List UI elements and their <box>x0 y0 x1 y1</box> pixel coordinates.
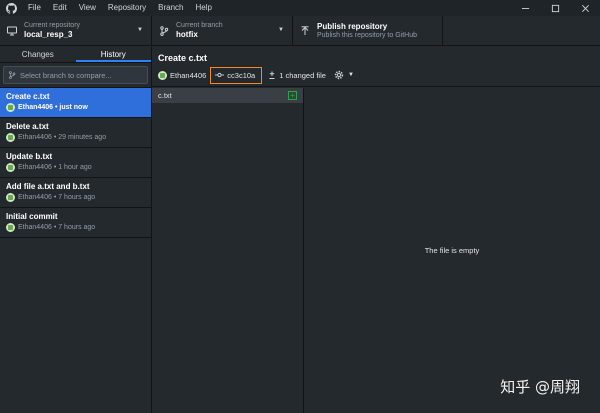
file-name: c.txt <box>158 91 172 100</box>
commit-detail-author: Ethan4406 <box>170 70 207 80</box>
commit-time: 1 hour ago <box>58 164 92 171</box>
commit-time: just now <box>59 104 88 111</box>
menu-help[interactable]: Help <box>190 0 218 16</box>
commit-item[interactable]: Initial commit Ethan4406 • 7 hours ago <box>0 208 151 238</box>
menu-file[interactable]: File <box>22 0 47 16</box>
commit-author: Ethan4406 <box>18 134 52 141</box>
commit-sha[interactable]: cc3c10a <box>210 66 263 84</box>
menu-branch[interactable]: Branch <box>152 0 189 16</box>
avatar <box>6 133 15 142</box>
commit-title: Create c.txt <box>6 92 50 101</box>
file-added-icon: + <box>288 91 297 100</box>
branch-name: hotfix <box>176 30 198 39</box>
publish-subtitle: Publish this repository to GitHub <box>317 32 417 39</box>
avatar <box>6 163 15 172</box>
sidebar-tabs: Changes History <box>0 47 151 63</box>
gear-icon[interactable] <box>334 70 344 80</box>
commit-time: 29 minutes ago <box>58 134 107 141</box>
tab-changes[interactable]: Changes <box>0 47 76 62</box>
diff-empty-message: The file is empty <box>424 246 480 255</box>
maximize-icon[interactable] <box>540 0 570 16</box>
commit-icon <box>215 71 225 79</box>
avatar <box>6 103 15 112</box>
sidebar: Changes History Select branch to compare… <box>0 47 152 413</box>
chevron-down-icon[interactable]: ▼ <box>348 72 354 78</box>
commit-title: Delete a.txt <box>6 122 49 131</box>
commit-list: Create c.txt Ethan4406 • just now Delete… <box>0 87 151 238</box>
commit-author: Ethan4406 <box>18 104 54 111</box>
current-branch-button[interactable]: Current branch hotfix ▼ <box>152 16 293 46</box>
menu-edit[interactable]: Edit <box>47 0 73 16</box>
commit-summary: Create c.txt Ethan4406 cc3c10a 1 changed… <box>152 47 600 87</box>
watermark: 知乎 @周翔 <box>500 378 580 396</box>
current-repository-button[interactable]: Current repository local_resp_3 ▼ <box>0 16 152 46</box>
branch-icon <box>158 26 170 36</box>
commit-detail: Create c.txt Ethan4406 cc3c10a 1 changed… <box>152 47 600 413</box>
compare-placeholder: Select branch to compare... <box>20 70 112 80</box>
commit-author: Ethan4406 <box>18 224 52 231</box>
window-controls <box>510 0 600 16</box>
branch-compare-input[interactable]: Select branch to compare... <box>3 66 148 84</box>
close-icon[interactable] <box>570 0 600 16</box>
commit-title: Initial commit <box>6 212 58 221</box>
commit-detail-title: Create c.txt <box>158 53 208 63</box>
avatar <box>6 193 15 202</box>
branch-label: Current branch <box>176 22 223 29</box>
branch-icon <box>8 71 16 79</box>
commit-item[interactable]: Delete a.txt Ethan4406 • 29 minutes ago <box>0 118 151 148</box>
publish-title: Publish repository <box>317 22 388 31</box>
commit-title: Add file a.txt and b.txt <box>6 182 90 191</box>
menu-view[interactable]: View <box>73 0 102 16</box>
commit-sha-text: cc3c10a <box>227 70 256 80</box>
repository-name: local_resp_3 <box>24 30 73 39</box>
commit-title: Update b.txt <box>6 152 53 161</box>
repository-icon <box>6 26 18 36</box>
minimize-icon[interactable] <box>510 0 540 16</box>
changed-files-list: c.txt + <box>152 88 304 413</box>
tab-history[interactable]: History <box>75 47 151 62</box>
github-logo-icon <box>0 0 22 16</box>
repository-label: Current repository <box>24 22 81 29</box>
menu-repository[interactable]: Repository <box>102 0 152 16</box>
upload-icon <box>299 26 311 36</box>
file-row[interactable]: c.txt + <box>152 88 303 103</box>
commit-author: Ethan4406 <box>18 194 52 201</box>
commit-item[interactable]: Update b.txt Ethan4406 • 1 hour ago <box>0 148 151 178</box>
avatar <box>158 70 167 80</box>
commit-author: Ethan4406 <box>18 164 52 171</box>
commit-time: 7 hours ago <box>58 194 96 201</box>
toolbar: Current repository local_resp_3 ▼ Curren… <box>0 16 600 46</box>
avatar <box>6 223 15 232</box>
diff-icon <box>268 71 276 80</box>
commit-time: 7 hours ago <box>58 224 96 231</box>
commit-item[interactable]: Create c.txt Ethan4406 • just now <box>0 88 151 118</box>
commit-item[interactable]: Add file a.txt and b.txt Ethan4406 • 7 h… <box>0 178 151 208</box>
chevron-down-icon: ▼ <box>137 27 143 33</box>
changed-files-count: 1 changed file <box>279 70 326 80</box>
chevron-down-icon: ▼ <box>278 27 284 33</box>
menu-bar: File Edit View Repository Branch Help <box>0 0 600 16</box>
publish-repository-button[interactable]: Publish repository Publish this reposito… <box>293 16 443 46</box>
